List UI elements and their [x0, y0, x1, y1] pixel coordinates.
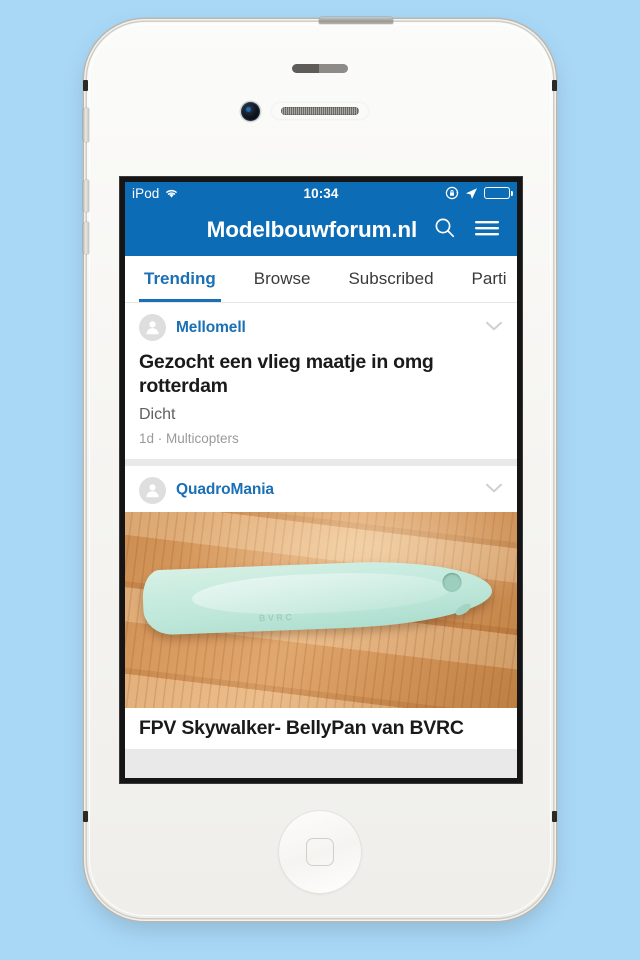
post-meta: 1d · Multicopters [139, 430, 239, 446]
post-title[interactable]: FPV Skywalker- BellyPan van BVRC [125, 708, 517, 749]
chevron-down-icon[interactable] [485, 481, 503, 499]
nav-bar: Modelbouwforum.nl [125, 204, 517, 256]
search-button[interactable] [431, 216, 459, 244]
mute-switch[interactable] [83, 108, 89, 142]
post-photo[interactable]: BVRC [125, 511, 517, 708]
tab-subscribed[interactable]: Subscribed [329, 256, 452, 302]
phone-device: iPod 10:34 Modelbouwforum.nl Trending Br… [83, 17, 557, 918]
antenna-band [552, 811, 557, 822]
post-header: QuadroMania [125, 466, 517, 512]
volume-down-button[interactable] [83, 222, 89, 254]
user-avatar-icon [139, 314, 166, 341]
phone-screen: iPod 10:34 Modelbouwforum.nl Trending Br… [125, 182, 517, 778]
antenna-band [83, 80, 88, 91]
earpiece-grille [281, 107, 359, 115]
post-snippet: Dicht [139, 405, 176, 423]
battery-icon [484, 187, 513, 199]
front-camera [241, 102, 260, 121]
carrier-label: iPod [132, 185, 160, 201]
post-feed[interactable]: Mellomell Gezocht een vlieg maatje in om… [125, 303, 517, 778]
post-card[interactable]: Mellomell Gezocht een vlieg maatje in om… [125, 303, 517, 459]
power-button[interactable] [319, 17, 393, 24]
page-title: Modelbouwforum.nl [206, 217, 418, 242]
tab-bar[interactable]: Trending Browse Subscribed Parti [125, 256, 517, 303]
camera-lens-glint [246, 107, 251, 112]
status-bar-right [339, 186, 513, 200]
antenna-band [552, 80, 557, 91]
search-icon [433, 216, 457, 245]
post-author[interactable]: QuadroMania [176, 481, 475, 499]
hamburger-menu-icon [474, 218, 500, 243]
post-header: Mellomell [125, 303, 517, 349]
volume-up-button[interactable] [83, 180, 89, 212]
rotation-lock-icon [445, 186, 459, 200]
wifi-icon [164, 187, 179, 199]
menu-button[interactable] [473, 216, 501, 244]
proximity-sensor [292, 64, 348, 73]
tab-participated[interactable]: Parti [453, 256, 517, 302]
home-square-icon [306, 838, 334, 866]
user-avatar-icon [139, 476, 166, 504]
post-card[interactable]: QuadroMania BVRC FPV Skywalker- BellyPan… [125, 465, 517, 749]
bellypan-inner-cavity [190, 569, 451, 619]
tab-browse[interactable]: Browse [235, 256, 330, 302]
status-bar: iPod 10:34 [125, 182, 517, 204]
post-author[interactable]: Mellomell [176, 319, 475, 337]
location-arrow-icon [465, 187, 478, 200]
earpiece-speaker [272, 103, 368, 119]
antenna-band [83, 811, 88, 822]
bellypan-emboss-text: BVRC [258, 612, 295, 624]
home-button[interactable] [278, 810, 362, 894]
chevron-down-icon[interactable] [485, 319, 503, 337]
status-bar-left: iPod [132, 186, 303, 201]
tab-trending[interactable]: Trending [125, 256, 235, 302]
post-title[interactable]: Gezocht een vlieg maatje in omg rotterda… [125, 349, 517, 399]
status-bar-clock: 10:34 [303, 185, 339, 201]
